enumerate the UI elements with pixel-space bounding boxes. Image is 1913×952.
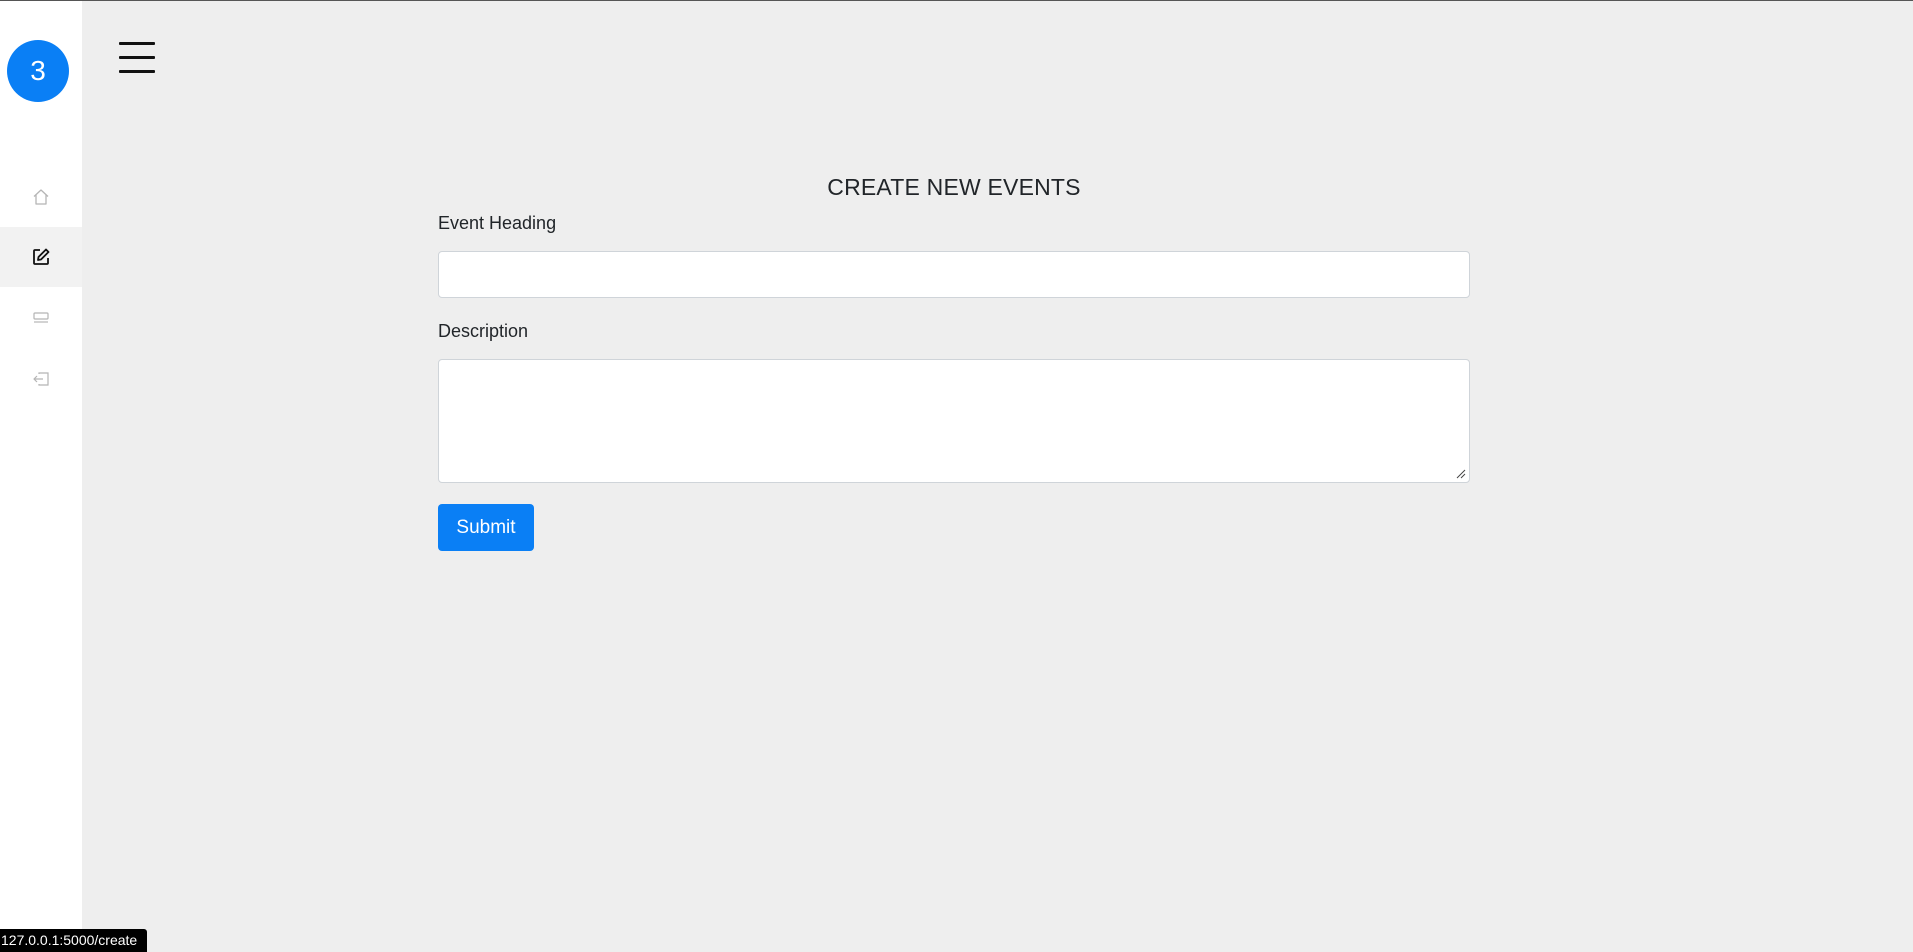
home-icon (33, 189, 49, 205)
sidebar-item-events[interactable] (0, 288, 82, 348)
description-label: Description (438, 321, 529, 341)
list-icon (33, 312, 49, 323)
sidebar-item-home[interactable] (0, 167, 82, 227)
sidebar-item-create[interactable] (0, 227, 82, 287)
event-heading-input[interactable] (438, 251, 1470, 298)
window-top-border (0, 0, 1913, 1)
user-avatar[interactable]: 3 (7, 40, 69, 102)
submit-button[interactable]: Submit (438, 504, 534, 551)
logout-icon (33, 372, 49, 386)
page-title: CREATE NEW EVENTS (827, 174, 1081, 200)
resize-grip-icon[interactable] (1456, 469, 1466, 479)
sidebar-item-logout[interactable] (0, 349, 82, 409)
edit-icon (33, 248, 50, 265)
create-event-form: CREATE NEW EVENTS Event Heading Descript… (438, 170, 1470, 551)
event-heading-label: Event Heading (438, 213, 557, 233)
description-textarea[interactable] (438, 359, 1470, 483)
status-bar-url: 127.0.0.1:5000/create (0, 929, 148, 952)
hamburger-menu-icon[interactable] (119, 42, 155, 74)
sidebar: 3 (0, 1, 82, 952)
